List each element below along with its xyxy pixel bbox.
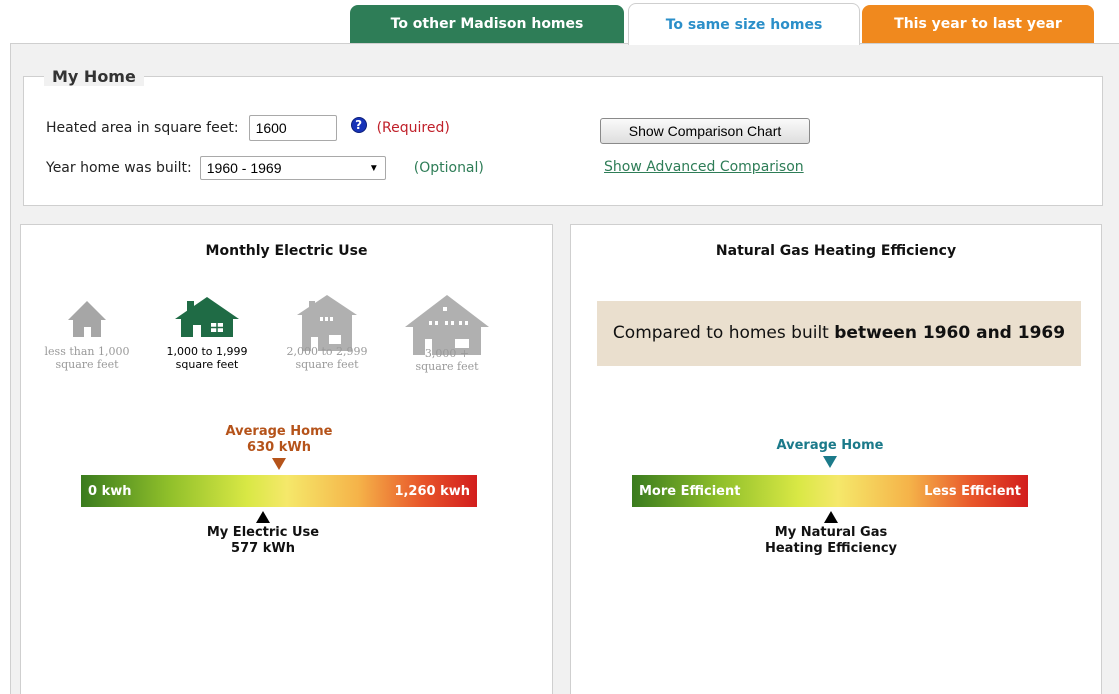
year-row: Year home was built: 1960 - 1969 ▼ (Opti… (46, 156, 484, 180)
electric-use-card: Monthly Electric Use less than 1,000 squ… (20, 224, 553, 694)
house-size-option-large[interactable]: 2,000 to 2,999 square feet (267, 293, 387, 371)
house-size-sublabel: square feet (415, 360, 479, 373)
gas-card-title: Natural Gas Heating Efficiency (715, 243, 957, 259)
my-electric-use-label: My Electric Use (206, 525, 320, 540)
tab-same-size-homes[interactable]: To same size homes (628, 3, 860, 45)
house-size-sublabel: square feet (175, 358, 239, 371)
house-size-label: 3,000 + (424, 347, 470, 360)
average-marker-icon (823, 456, 837, 468)
electric-card-title: Monthly Electric Use (205, 243, 368, 259)
chevron-down-icon: ▼ (368, 162, 379, 174)
compare-range: between 1960 and 1969 (834, 323, 1066, 343)
year-built-select[interactable]: 1960 - 1969 ▼ (199, 156, 386, 180)
gas-gauge-left: More Efficient (639, 483, 741, 499)
show-advanced-comparison-link[interactable]: Show Advanced Comparison (604, 159, 804, 175)
medium-house-icon (175, 297, 239, 337)
house-size-option-xlarge[interactable]: 3,000 + square feet (387, 293, 507, 373)
average-marker-icon (272, 458, 286, 470)
my-gas-label-line1: My Natural Gas (774, 525, 888, 540)
sqft-row: Heated area in square feet: ? (Required) (46, 115, 450, 141)
my-electric-use-value: 577 kWh (231, 541, 295, 556)
house-size-option-medium[interactable]: 1,000 to 1,999 square feet (147, 293, 267, 371)
my-electric-use-marker: My Electric Use 577 kWh (193, 511, 333, 557)
house-size-sublabel: square feet (55, 358, 119, 371)
electric-average-label: Average Home (225, 424, 333, 439)
main-panel: My Home Heated area in square feet: ? (R… (10, 43, 1119, 694)
house-size-label: 2,000 to 2,999 (286, 345, 368, 358)
compare-prefix: Compared to homes built (612, 323, 835, 343)
help-icon[interactable]: ? (350, 117, 367, 133)
my-home-fieldset: My Home Heated area in square feet: ? (R… (23, 67, 1103, 206)
year-selected-value: 1960 - 1969 (206, 160, 282, 176)
year-label: Year home was built: (46, 160, 192, 176)
electric-gauge-max: 1,260 kwh (394, 483, 470, 499)
sqft-input[interactable] (248, 115, 337, 141)
tab-year-to-year[interactable]: This year to last year (862, 5, 1094, 43)
sqft-label: Heated area in square feet: (46, 120, 239, 136)
house-size-sublabel: square feet (295, 358, 359, 371)
house-size-label: 1,000 to 1,999 (166, 345, 248, 358)
house-size-option-small[interactable]: less than 1,000 square feet (27, 293, 147, 371)
my-home-legend: My Home (44, 67, 144, 86)
gas-gauge-right: Less Efficient (924, 483, 1021, 499)
show-comparison-chart-button[interactable]: Show Comparison Chart (600, 118, 810, 144)
gas-average-marker: Average Home (760, 438, 900, 468)
my-use-marker-icon (256, 511, 270, 523)
required-label: (Required) (376, 120, 450, 136)
my-gas-label-line2: Heating Efficiency (764, 541, 898, 556)
gas-average-label: Average Home (776, 438, 884, 453)
comparison-tabs: To other Madison homes To same size home… (0, 0, 1119, 46)
gas-efficiency-card: Natural Gas Heating Efficiency Compared … (570, 224, 1102, 694)
electric-gauge-bar: 0 kwh 1,260 kwh (81, 475, 477, 507)
gas-gauge-bar: More Efficient Less Efficient (632, 475, 1028, 507)
electric-average-marker: Average Home 630 kWh (209, 424, 349, 470)
small-house-icon (68, 301, 106, 337)
tab-other-madison-homes[interactable]: To other Madison homes (350, 5, 624, 43)
year-comparison-box: Compared to homes built between 1960 and… (597, 301, 1081, 366)
my-gas-efficiency-marker: My Natural Gas Heating Efficiency (751, 511, 911, 557)
electric-gauge-min: 0 kwh (88, 483, 132, 499)
house-size-label: less than 1,000 (44, 345, 130, 358)
optional-label: (Optional) (413, 160, 484, 176)
my-efficiency-marker-icon (824, 511, 838, 523)
electric-average-value: 630 kWh (247, 440, 311, 455)
large-house-icon (297, 295, 357, 351)
